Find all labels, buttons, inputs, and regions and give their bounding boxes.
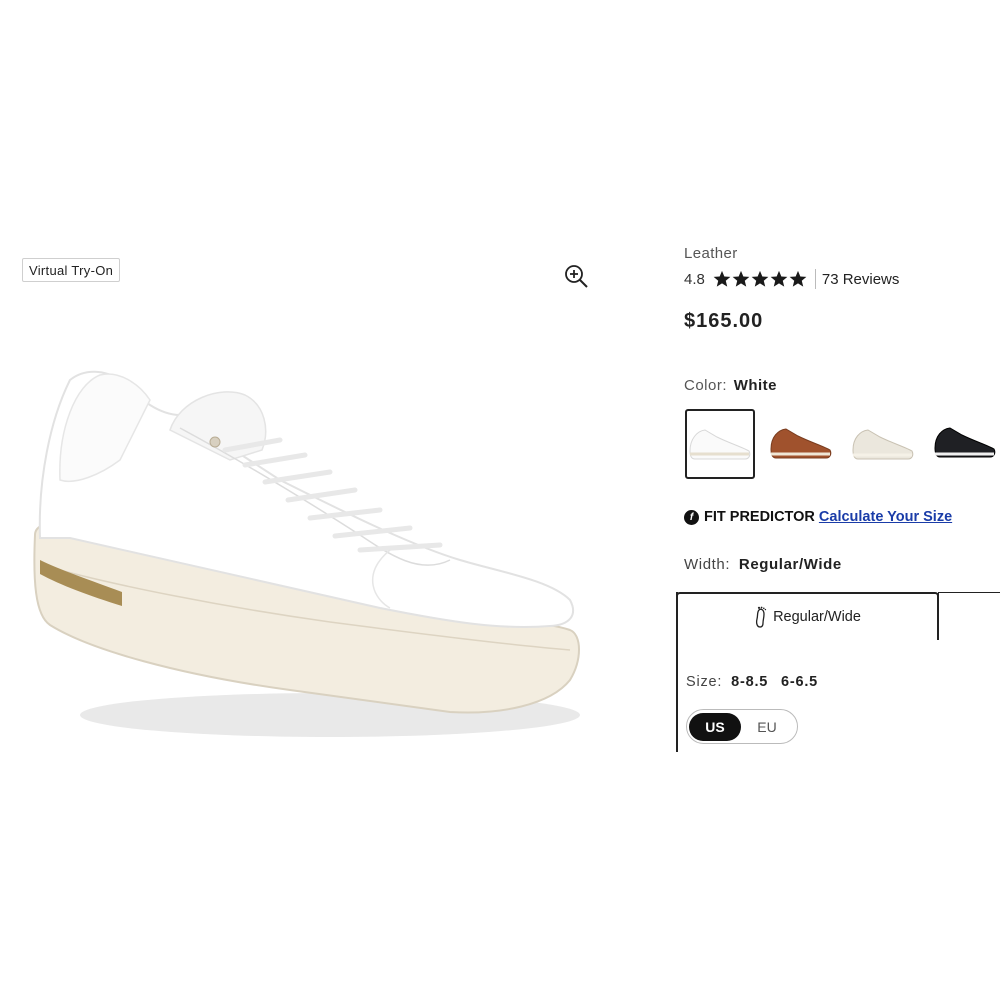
tab-width-other[interactable] bbox=[938, 592, 1000, 640]
fit-predictor: f FIT PREDICTOR Calculate Your Size bbox=[684, 509, 952, 525]
product-material: Leather bbox=[684, 245, 738, 262]
unit-eu-button[interactable]: EU bbox=[741, 713, 793, 741]
width-label: Width: bbox=[684, 556, 731, 573]
color-swatch-brown[interactable] bbox=[766, 409, 836, 479]
size-value-2: 6-6.5 bbox=[781, 674, 819, 690]
size-value-1: 8-8.5 bbox=[731, 674, 769, 690]
size-selection-label: Size: 8-8.5 6-6.5 bbox=[686, 674, 826, 690]
color-selection-label: Color: White bbox=[684, 377, 777, 394]
rating-divider bbox=[814, 269, 816, 289]
fit-predictor-icon: f bbox=[684, 509, 699, 525]
star-icon bbox=[713, 270, 731, 287]
product-main-image[interactable] bbox=[30, 360, 590, 750]
star-rating bbox=[713, 270, 807, 288]
color-swatch-off-white[interactable] bbox=[848, 409, 918, 479]
width-selection-label: Width: Regular/Wide bbox=[684, 556, 842, 573]
color-swatch-black[interactable] bbox=[930, 409, 1000, 479]
size-label: Size: bbox=[686, 674, 723, 690]
star-icon bbox=[770, 270, 788, 287]
unit-us-button[interactable]: US bbox=[689, 712, 741, 741]
rating-value: 4.8 bbox=[684, 270, 705, 288]
calculate-size-link[interactable]: Calculate Your Size bbox=[819, 509, 952, 525]
product-price: $165.00 bbox=[684, 310, 764, 332]
star-icon bbox=[789, 270, 807, 287]
virtual-try-on-button[interactable]: Virtual Try-On bbox=[22, 258, 121, 282]
star-icon bbox=[751, 270, 769, 287]
fit-predictor-title: FIT PREDICTOR bbox=[704, 509, 815, 525]
zoom-in-icon[interactable] bbox=[563, 263, 589, 289]
color-swatch-white[interactable] bbox=[685, 409, 755, 479]
reviews-link[interactable]: 73 Reviews bbox=[822, 271, 900, 288]
tab-regular-wide-label: Regular/Wide bbox=[773, 609, 861, 625]
width-value: Regular/Wide bbox=[738, 556, 842, 573]
rating-row: 4.8 73 Reviews bbox=[684, 268, 899, 290]
color-value: White bbox=[733, 377, 778, 394]
tab-regular-wide[interactable]: Regular/Wide bbox=[676, 592, 939, 640]
color-label: Color: bbox=[684, 377, 728, 394]
foot-icon bbox=[756, 606, 767, 628]
size-unit-toggle: US EU bbox=[686, 709, 798, 744]
star-icon bbox=[732, 270, 750, 287]
